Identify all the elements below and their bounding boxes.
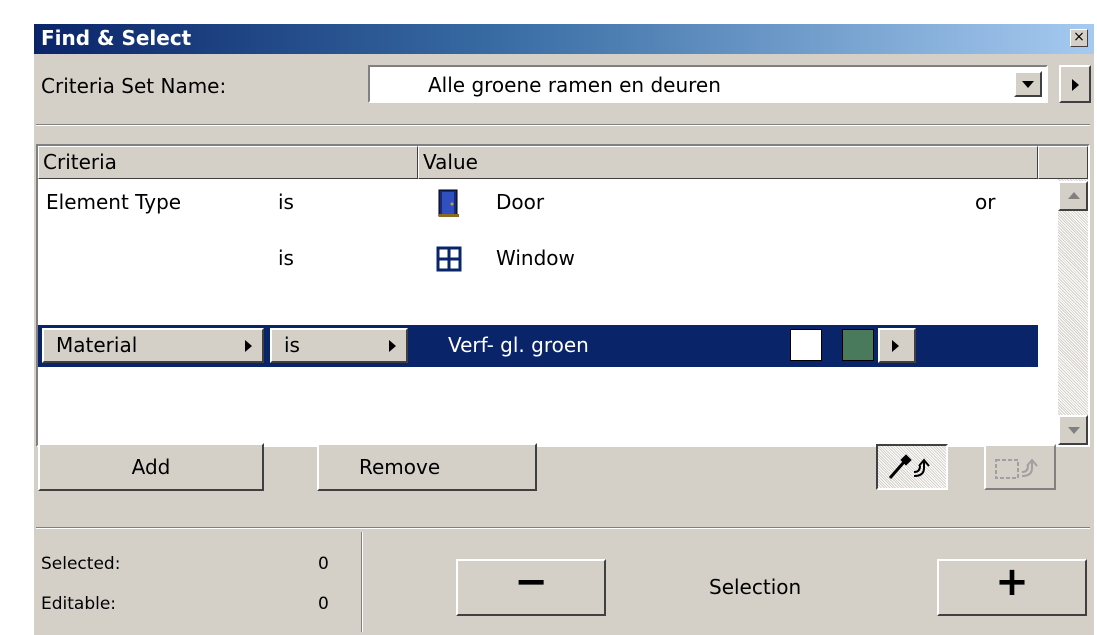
editable-count: 0	[318, 594, 329, 614]
dropdown-arrow-button[interactable]	[1014, 71, 1042, 97]
column-header-value[interactable]: Value	[418, 146, 1038, 179]
window-title: Find & Select	[41, 26, 192, 50]
row-operator: is	[278, 246, 294, 270]
operator-popup-button[interactable]: is	[270, 328, 408, 363]
eyedropper-toggle-button[interactable]	[876, 444, 948, 490]
criteria-set-dropdown[interactable]: Alle groene ramen en deuren	[368, 65, 1048, 103]
chevron-down-icon	[1022, 81, 1034, 88]
row-operator: is	[278, 190, 294, 214]
chevron-right-icon	[892, 340, 899, 352]
vertical-scrollbar[interactable]	[1058, 179, 1088, 445]
column-header-empty	[1038, 146, 1088, 179]
criteria-list[interactable]: Criteria Value Element Type is Door or i…	[36, 144, 1090, 447]
remove-button[interactable]: Remove	[317, 443, 537, 491]
criteria-set-menu-button[interactable]	[1059, 65, 1091, 103]
eyedropper-icon	[888, 454, 930, 479]
separator	[36, 527, 1090, 529]
criteria-popup-button[interactable]: Material	[42, 328, 264, 363]
remove-from-selection-button[interactable]: −	[456, 559, 606, 616]
scroll-down-button[interactable]	[1058, 415, 1088, 445]
title-bar[interactable]: Find & Select ×	[34, 24, 1094, 54]
row-criteria: Element Type	[46, 190, 182, 214]
selected-count: 0	[318, 554, 329, 574]
chevron-right-icon	[245, 340, 252, 352]
material-swatch-white[interactable]	[790, 329, 822, 361]
chevron-right-icon	[389, 340, 396, 352]
chevron-right-icon	[1072, 79, 1079, 91]
marquee-icon	[995, 458, 1038, 479]
add-to-selection-button[interactable]: +	[937, 559, 1087, 616]
operator-popup-label: is	[284, 333, 300, 357]
criteria-set-label: Criteria Set Name:	[41, 74, 227, 98]
editable-label: Editable:	[41, 594, 117, 614]
selected-label: Selected:	[41, 554, 121, 574]
criteria-popup-label: Material	[56, 333, 138, 357]
list-row-selected[interactable]: Material is Verf- gl. groen	[38, 325, 1038, 367]
door-icon	[438, 189, 459, 217]
material-swatch-green[interactable]	[842, 329, 874, 361]
separator	[36, 124, 1090, 126]
find-select-window: Find & Select × Criteria Set Name: Alle …	[33, 24, 1094, 635]
row-logic: or	[975, 190, 996, 214]
marquee-pickup-button[interactable]	[984, 444, 1056, 490]
column-header-criteria[interactable]: Criteria	[38, 146, 418, 179]
arrow-down-icon	[1068, 427, 1080, 434]
window-icon	[436, 246, 462, 272]
row-value: Door	[496, 190, 545, 214]
row-value: Verf- gl. groen	[448, 333, 589, 357]
vertical-divider	[361, 532, 363, 632]
close-button[interactable]: ×	[1070, 29, 1088, 47]
criteria-set-value: Alle groene ramen en deuren	[428, 73, 721, 97]
scroll-up-button[interactable]	[1058, 181, 1088, 211]
add-button[interactable]: Add	[38, 443, 264, 491]
selection-label: Selection	[709, 575, 802, 599]
material-popup-button[interactable]	[878, 328, 916, 363]
row-value: Window	[496, 246, 575, 270]
arrow-up-icon	[1068, 192, 1080, 199]
